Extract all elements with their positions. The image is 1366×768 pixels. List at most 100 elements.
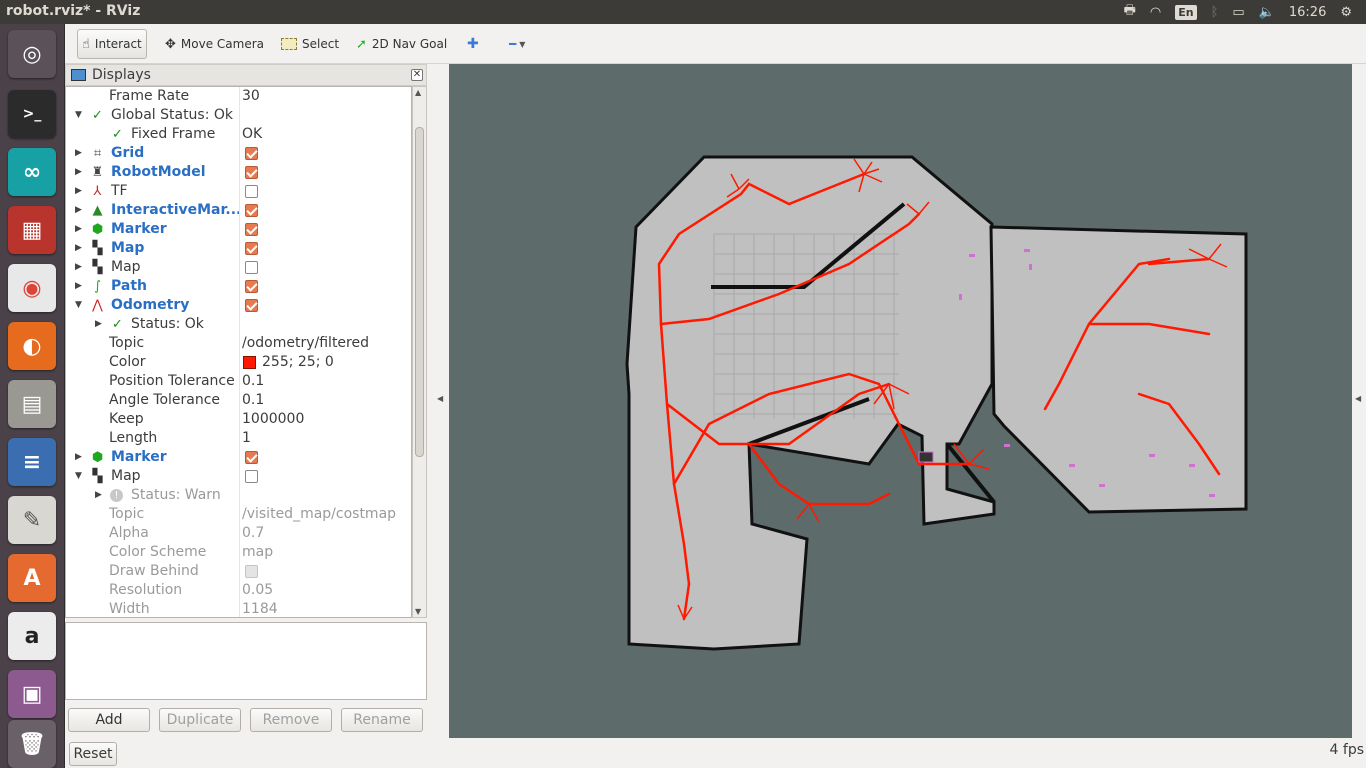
nav-goal-tool-button[interactable]: ➚ 2D Nav Goal: [352, 29, 451, 59]
collapse-left-icon[interactable]: ◀: [437, 394, 443, 403]
trash-icon[interactable]: 🗑: [8, 720, 56, 768]
render-viewport[interactable]: [449, 64, 1352, 738]
clock[interactable]: 16:26: [1289, 5, 1326, 20]
chrome-icon[interactable]: ◉: [8, 264, 56, 312]
check-icon: ✓: [92, 108, 103, 123]
property-description-box: [65, 622, 427, 700]
workspace-switcher-icon[interactable]: ▣: [8, 670, 56, 718]
rviz-app-icon[interactable]: ▦: [8, 206, 56, 254]
scroll-up-icon[interactable]: ▲: [415, 88, 421, 97]
collapsed-arrow-icon[interactable]: ▶: [75, 182, 82, 201]
collapsed-arrow-icon[interactable]: ▶: [75, 201, 82, 220]
system-tray: 🖶 ◠ En ᛒ ▭ 🔈 16:26 ⚙: [1124, 0, 1366, 24]
keyboard-language-indicator[interactable]: En: [1175, 4, 1197, 20]
collapsed-arrow-icon[interactable]: ▶: [95, 486, 102, 505]
select-icon: [281, 38, 297, 50]
path-icon: ∫: [94, 279, 101, 294]
map-icon: ▚: [92, 469, 103, 484]
terminal-icon[interactable]: >_: [8, 90, 56, 138]
map-3-enabled-checkbox[interactable]: [245, 470, 258, 483]
chevron-down-icon: ▼: [519, 39, 526, 49]
odometry-enabled-checkbox[interactable]: [245, 299, 258, 312]
window-title: robot.rviz* - RViz: [6, 3, 141, 19]
interact-tool-button[interactable]: ☝ Interact: [77, 29, 147, 59]
interactive-marker-icon: ▲: [92, 203, 103, 218]
displays-scrollbar[interactable]: ▲ ▼: [412, 86, 427, 618]
collapsed-arrow-icon[interactable]: ▶: [75, 239, 82, 258]
plus-icon: ✚: [467, 36, 479, 52]
writer-icon[interactable]: ≡: [8, 438, 56, 486]
displays-tree[interactable]: Frame Rate 30 ▼ ✓ Global Status: Ok ✓ Fi…: [65, 86, 412, 618]
displays-panel-header: Displays ✕: [65, 64, 427, 86]
displays-title: Displays: [92, 67, 151, 83]
remove-tool-button[interactable]: ━ ▼: [505, 29, 529, 59]
arduino-icon[interactable]: ∞: [8, 148, 56, 196]
path-enabled-checkbox[interactable]: [245, 280, 258, 293]
robotmodel-enabled-checkbox[interactable]: [245, 166, 258, 179]
tf-enabled-checkbox[interactable]: [245, 185, 258, 198]
map-2-enabled-checkbox[interactable]: [245, 261, 258, 274]
robot-marker: [918, 451, 934, 463]
right-panel-splitter[interactable]: ◀: [1352, 64, 1366, 738]
add-display-button[interactable]: Add: [68, 708, 150, 732]
interactive-markers-enabled-checkbox[interactable]: [245, 204, 258, 217]
odometry-icon: ⋀: [92, 298, 103, 313]
scroll-down-icon[interactable]: ▼: [415, 607, 421, 616]
warning-icon: !: [110, 489, 123, 502]
amazon-icon[interactable]: a: [8, 612, 56, 660]
volume-muted-icon[interactable]: 🔈: [1259, 5, 1275, 20]
nav-goal-arrow-icon: ➚: [356, 36, 367, 52]
expanded-arrow-icon[interactable]: ▼: [75, 467, 82, 486]
battery-icon[interactable]: ▭: [1232, 5, 1244, 20]
collapsed-arrow-icon[interactable]: ▶: [75, 448, 82, 467]
robot-model-icon: ♜: [91, 165, 104, 180]
file-manager-icon[interactable]: ▤: [8, 380, 56, 428]
check-icon: ✓: [112, 127, 123, 142]
select-tool-button[interactable]: Select: [277, 29, 343, 59]
text-editor-icon[interactable]: ✎: [8, 496, 56, 544]
status-bar: Reset 4 fps: [65, 738, 1366, 768]
firefox-icon[interactable]: ◐: [8, 322, 56, 370]
expanded-arrow-icon[interactable]: ▼: [75, 106, 82, 125]
map-icon: ▚: [92, 260, 103, 275]
monitor-icon: [71, 69, 86, 81]
panel-splitter[interactable]: ◀: [427, 64, 449, 738]
scrollbar-thumb[interactable]: [415, 127, 424, 457]
collapsed-arrow-icon[interactable]: ▶: [75, 163, 82, 182]
grid-icon: ⌗: [93, 146, 102, 161]
remove-display-button[interactable]: Remove: [250, 708, 332, 732]
marker-2-enabled-checkbox[interactable]: [245, 451, 258, 464]
software-center-icon[interactable]: A: [8, 554, 56, 602]
map-enabled-checkbox[interactable]: [245, 242, 258, 255]
draw-behind-checkbox[interactable]: [245, 565, 258, 578]
reset-button[interactable]: Reset: [69, 742, 117, 766]
marker-cube-icon: ⬢: [91, 450, 104, 465]
bluetooth-icon[interactable]: ᛒ: [1211, 5, 1219, 20]
collapsed-arrow-icon[interactable]: ▶: [95, 315, 102, 334]
dash-home-icon[interactable]: ◎: [8, 30, 56, 78]
collapsed-arrow-icon[interactable]: ▶: [75, 277, 82, 296]
rename-display-button[interactable]: Rename: [341, 708, 423, 732]
add-tool-button[interactable]: ✚: [463, 29, 483, 59]
wifi-icon[interactable]: ◠: [1150, 5, 1161, 20]
collapsed-arrow-icon[interactable]: ▶: [75, 258, 82, 277]
collapsed-arrow-icon[interactable]: ▶: [75, 220, 82, 239]
marker-enabled-checkbox[interactable]: [245, 223, 258, 236]
minus-icon: ━: [509, 37, 517, 51]
move-camera-tool-button[interactable]: ✥ Move Camera: [161, 29, 268, 59]
column-divider[interactable]: [239, 87, 240, 617]
collapsed-arrow-icon[interactable]: ▶: [75, 144, 82, 163]
duplicate-display-button[interactable]: Duplicate: [159, 708, 241, 732]
close-icon[interactable]: ✕: [411, 69, 423, 81]
gear-icon[interactable]: ⚙: [1340, 5, 1352, 20]
map-render: [625, 155, 1248, 651]
rviz-toolbar: ☝ Interact ✥ Move Camera Select ➚ 2D Nav…: [65, 24, 1366, 64]
tf-axes-icon: ⅄: [93, 184, 102, 199]
fps-readout: 4 fps: [1329, 742, 1364, 758]
move-camera-icon: ✥: [165, 36, 176, 52]
printer-icon[interactable]: 🖶: [1124, 1, 1136, 23]
expanded-arrow-icon[interactable]: ▼: [75, 296, 82, 315]
color-swatch[interactable]: [243, 356, 256, 369]
grid-enabled-checkbox[interactable]: [245, 147, 258, 160]
collapse-right-icon[interactable]: ◀: [1355, 394, 1361, 403]
